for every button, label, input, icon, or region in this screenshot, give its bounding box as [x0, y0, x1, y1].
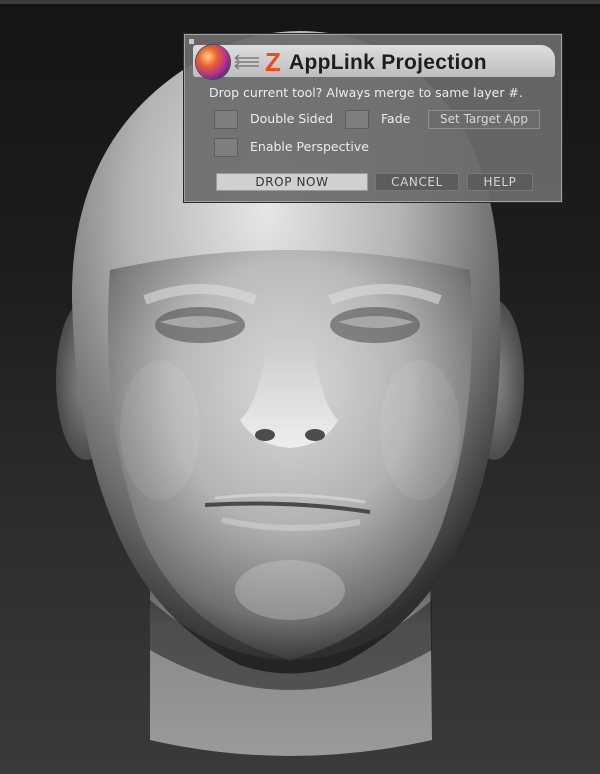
- applink-projection-dialog: Z AppLink Projection Drop current tool? …: [184, 34, 562, 202]
- set-target-app-button[interactable]: Set Target App: [428, 110, 540, 129]
- dialog-title: AppLink Projection: [289, 51, 487, 74]
- zbrush-logo-icon: [196, 45, 230, 79]
- z-logo-mark: Z: [265, 47, 281, 77]
- dialog-corner-handle[interactable]: [189, 39, 194, 44]
- fade-checkbox[interactable]: [345, 110, 369, 129]
- enable-perspective-label: Enable Perspective: [250, 139, 369, 154]
- help-button[interactable]: HELP: [467, 173, 533, 191]
- double-sided-label: Double Sided: [250, 111, 334, 126]
- double-sided-checkbox[interactable]: [214, 110, 238, 129]
- enable-perspective-checkbox[interactable]: [214, 138, 238, 157]
- drop-now-button[interactable]: DROP NOW: [216, 173, 368, 191]
- fade-label: Fade: [381, 111, 411, 126]
- applink-arrows-icon: [234, 54, 259, 70]
- dialog-message: Drop current tool? Always merge to same …: [209, 85, 523, 100]
- cancel-button[interactable]: CANCEL: [375, 173, 459, 191]
